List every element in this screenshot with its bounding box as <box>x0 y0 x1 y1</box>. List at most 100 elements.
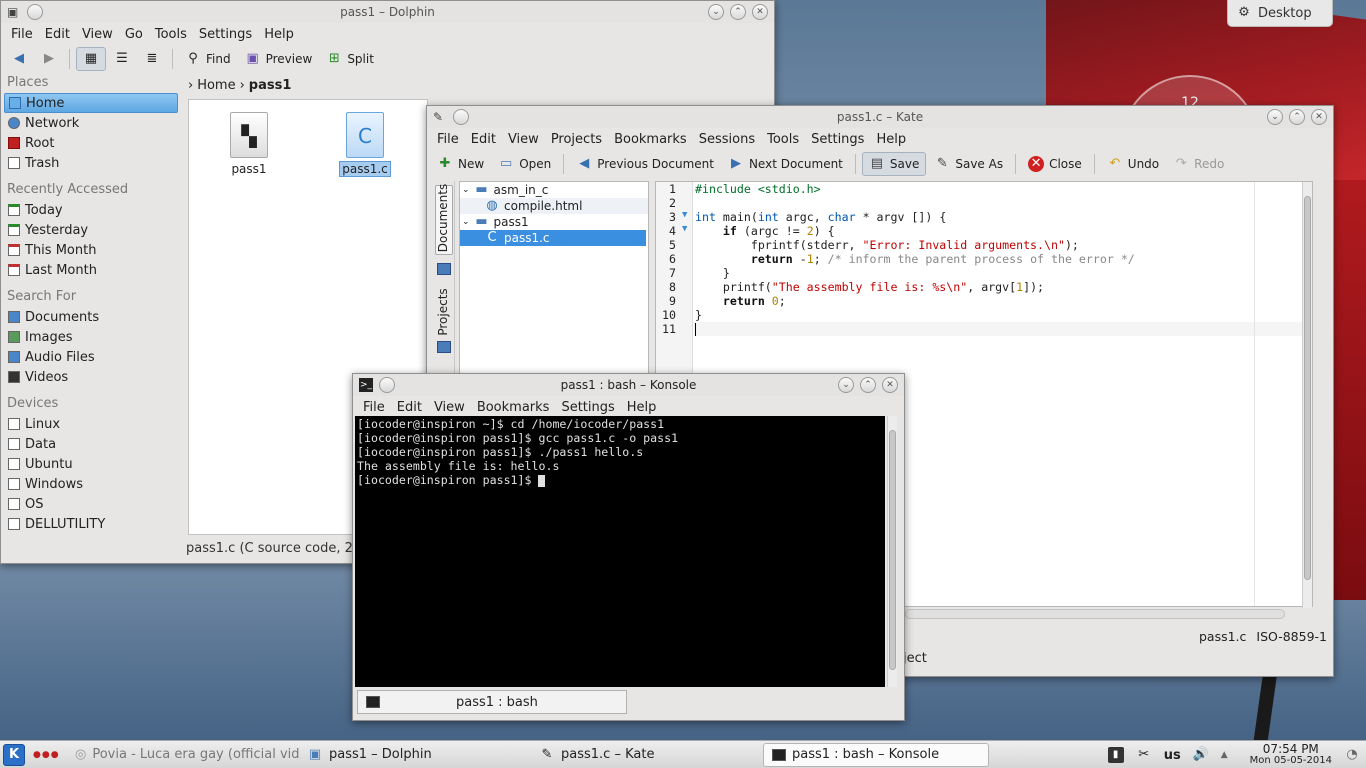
konsole-minimize-button[interactable]: ⌄ <box>838 377 854 393</box>
close-document-button[interactable]: ✕ Close <box>1022 153 1088 175</box>
device-item-windows[interactable]: Windows <box>1 474 181 494</box>
editor-vertical-scrollbar[interactable] <box>1302 182 1312 608</box>
breadcrumb-home[interactable]: Home <box>197 78 235 93</box>
konsole-menu-settings[interactable]: Settings <box>555 400 620 415</box>
search-item-documents[interactable]: Documents <box>1 307 181 327</box>
dolphin-menu-help[interactable]: Help <box>258 27 300 42</box>
notifications-icon[interactable]: ▮ <box>1107 747 1124 763</box>
volume-icon[interactable]: 🔊 <box>1193 747 1209 763</box>
previous-document-button[interactable]: ◀ Previous Document <box>570 153 720 175</box>
kate-pin-button[interactable] <box>453 109 469 125</box>
device-item-ubuntu[interactable]: Ubuntu <box>1 454 181 474</box>
places-item-trash[interactable]: Trash <box>1 153 181 173</box>
konsole-menu-bookmarks[interactable]: Bookmarks <box>471 400 556 415</box>
breadcrumb-current[interactable]: pass1 <box>249 78 292 93</box>
kate-menu-edit[interactable]: Edit <box>465 132 502 147</box>
search-item-audio[interactable]: Audio Files <box>1 347 181 367</box>
tray-expand-icon[interactable]: ▲ <box>1221 750 1228 760</box>
undo-button[interactable]: ↶ Undo <box>1101 153 1165 175</box>
task-browser[interactable]: ◎ Povia - Luca era gay (official vid <box>67 743 299 767</box>
konsole-titlebar[interactable]: >_ pass1 : bash – Konsole ⌄ ⌃ ✕ <box>353 374 904 396</box>
places-item-root[interactable]: Root <box>1 133 181 153</box>
file-item-pass1-c[interactable]: C pass1.c <box>335 112 395 177</box>
konsole-maximize-button[interactable]: ⌃ <box>860 377 876 393</box>
dolphin-menu-tools[interactable]: Tools <box>149 27 193 42</box>
dolphin-titlebar[interactable]: ▣ pass1 – Dolphin ⌄ ⌃ ✕ <box>1 1 774 23</box>
kate-titlebar[interactable]: ✎ pass1.c – Kate ⌄ ⌃ ✕ <box>427 106 1333 128</box>
kate-menu-bookmarks[interactable]: Bookmarks <box>608 132 693 147</box>
details-view-button[interactable]: ≣ <box>138 48 166 70</box>
save-as-button[interactable]: ✎ Save As <box>928 153 1009 175</box>
keyboard-layout[interactable]: us <box>1164 748 1181 763</box>
kate-menu-tools[interactable]: Tools <box>761 132 805 147</box>
tab-pass1-bash[interactable]: pass1 : bash <box>357 690 627 714</box>
pager-icon[interactable]: ●●● <box>33 750 67 760</box>
editor-horizontal-scrollbar[interactable] <box>905 609 1285 619</box>
panel-cashew-icon[interactable]: ◔ <box>1344 747 1360 763</box>
save-button[interactable]: ▤ Save <box>861 152 927 176</box>
search-item-images[interactable]: Images <box>1 327 181 347</box>
compact-view-button[interactable]: ☰ <box>108 48 136 70</box>
recent-item-this-month[interactable]: This Month <box>1 240 181 260</box>
konsole-app-icon[interactable]: >_ <box>359 378 373 392</box>
redo-button[interactable]: ↷ Redo <box>1167 153 1230 175</box>
kate-menu-settings[interactable]: Settings <box>805 132 870 147</box>
fold-marker-icon[interactable]: ▼ <box>682 224 687 234</box>
kate-close-button[interactable]: ✕ <box>1311 109 1327 125</box>
kate-minimize-button[interactable]: ⌄ <box>1267 109 1283 125</box>
recent-item-yesterday[interactable]: Yesterday <box>1 220 181 240</box>
next-document-button[interactable]: ▶ Next Document <box>722 153 849 175</box>
places-item-network[interactable]: Network <box>1 113 181 133</box>
tree-row-compile-html[interactable]: ◍ compile.html <box>460 198 648 214</box>
tree-row-pass1[interactable]: ⌄ ▬ pass1 <box>460 214 648 230</box>
places-item-home[interactable]: Home <box>4 93 178 113</box>
new-button[interactable]: ✚ New <box>431 153 490 175</box>
dolphin-menu-settings[interactable]: Settings <box>193 27 258 42</box>
device-item-linux[interactable]: Linux <box>1 414 181 434</box>
task-kate[interactable]: ✎ pass1.c – Kate <box>531 743 763 767</box>
konsole-close-button[interactable]: ✕ <box>882 377 898 393</box>
kate-menu-sessions[interactable]: Sessions <box>693 132 761 147</box>
open-button[interactable]: ▭ Open <box>492 153 557 175</box>
file-item-pass1[interactable]: ▚ pass1 <box>219 112 279 176</box>
tree-row-pass1-c[interactable]: Cpass1.c <box>460 230 646 246</box>
dolphin-menu-go[interactable]: Go <box>119 27 149 42</box>
kate-menu-help[interactable]: Help <box>870 132 912 147</box>
terminal-scroll-thumb[interactable] <box>889 430 896 670</box>
back-button[interactable]: ◀ <box>5 48 33 70</box>
kate-menu-view[interactable]: View <box>502 132 545 147</box>
terminal-output[interactable]: [iocoder@inspiron ~]$ cd /home/iocoder/p… <box>355 416 885 687</box>
task-dolphin[interactable]: ▣ pass1 – Dolphin <box>299 743 531 767</box>
terminal-scrollbar[interactable] <box>887 416 897 687</box>
konsole-menu-file[interactable]: File <box>357 400 391 415</box>
dolphin-close-button[interactable]: ✕ <box>752 4 768 20</box>
scissors-icon[interactable]: ✂ <box>1136 747 1152 763</box>
kickoff-menu-button[interactable]: K <box>3 743 25 766</box>
preview-button[interactable]: ▣ Preview <box>239 48 319 70</box>
dolphin-pin-button[interactable] <box>27 4 43 20</box>
kate-menu-file[interactable]: File <box>431 132 465 147</box>
task-konsole[interactable]: pass1 : bash – Konsole <box>763 742 989 767</box>
project-tree[interactable]: ⌄ ▬ asm_in_c ◍ compile.html ⌄ ▬ pass1 Cpass1.… <box>459 181 649 381</box>
fold-marker-icon[interactable]: ▼ <box>682 210 687 220</box>
find-button[interactable]: ⚲ Find <box>179 48 237 70</box>
konsole-menu-help[interactable]: Help <box>621 400 663 415</box>
device-item-dellutility[interactable]: DELLUTILITY <box>1 514 181 534</box>
kate-maximize-button[interactable]: ⌃ <box>1289 109 1305 125</box>
dolphin-maximize-button[interactable]: ⌃ <box>730 4 746 20</box>
tree-row-asm-in-c[interactable]: ⌄ ▬ asm_in_c <box>460 182 648 198</box>
konsole-pin-button[interactable] <box>379 377 395 393</box>
clock[interactable]: 07:54 PM Mon 05-05-2014 <box>1250 743 1332 767</box>
dolphin-app-icon[interactable]: ▣ <box>7 5 21 19</box>
dolphin-menu-file[interactable]: File <box>5 27 39 42</box>
desktop-button[interactable]: ⚙ Desktop <box>1227 0 1333 27</box>
konsole-window[interactable]: >_ pass1 : bash – Konsole ⌄ ⌃ ✕ File Edi… <box>352 373 905 721</box>
status-encoding[interactable]: ISO-8859-1 <box>1256 629 1327 644</box>
split-button[interactable]: ⊞ Split <box>320 48 380 70</box>
kate-menu-projects[interactable]: Projects <box>545 132 608 147</box>
kate-app-icon[interactable]: ✎ <box>433 110 447 124</box>
tab-projects-label[interactable]: Projects <box>436 282 450 342</box>
dolphin-minimize-button[interactable]: ⌄ <box>708 4 724 20</box>
konsole-menu-view[interactable]: View <box>428 400 471 415</box>
editor-scroll-thumb[interactable] <box>1304 196 1311 580</box>
